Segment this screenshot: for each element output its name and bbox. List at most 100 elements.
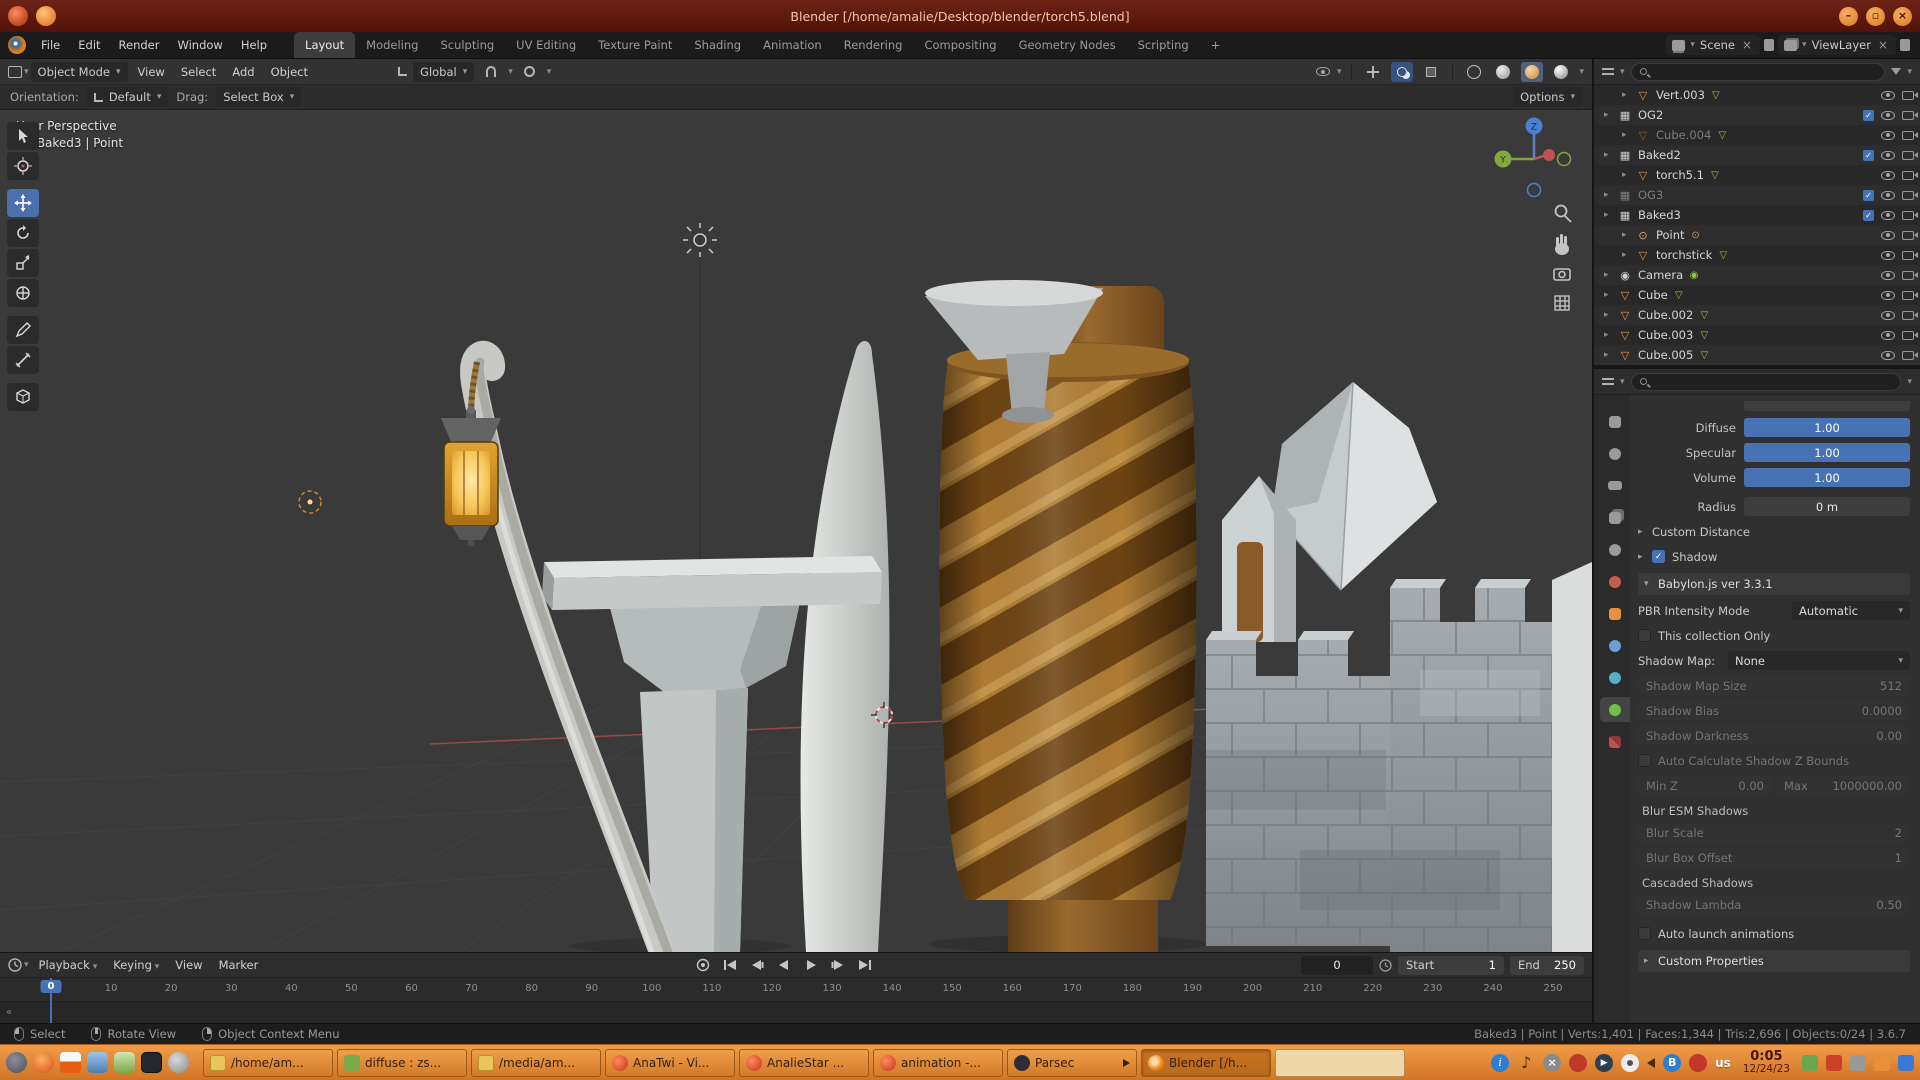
hide-in-viewport-icon[interactable] — [1881, 211, 1895, 220]
menubar-item[interactable]: Render — [110, 32, 169, 58]
end-frame-field[interactable]: End250 — [1510, 956, 1584, 975]
expand-arrow-icon[interactable]: ▸ — [1622, 250, 1632, 260]
hide-in-viewport-icon[interactable] — [1881, 291, 1895, 300]
show-gizmo-toggle[interactable] — [1362, 62, 1384, 82]
snap-magnet-toggle[interactable] — [480, 62, 502, 82]
viewport-menu-item[interactable]: Object — [263, 65, 316, 79]
auto-launch-row[interactable]: Auto launch animations — [1638, 923, 1910, 944]
transform-tool[interactable] — [7, 279, 39, 307]
shadow-map-dropdown[interactable]: None — [1728, 651, 1910, 670]
auto-launch-checkbox[interactable] — [1638, 927, 1651, 940]
outliner-item[interactable]: ▸ torch5.1 — [1594, 165, 1920, 185]
disable-in-renders-icon[interactable] — [1902, 191, 1914, 200]
workspace-tab[interactable]: Scripting — [1127, 32, 1200, 58]
auto-calc-checkbox[interactable] — [1638, 754, 1651, 767]
taskbar-window-button[interactable]: AnaTwi - Vi... — [605, 1049, 735, 1077]
orientation-dropdown[interactable]: Default — [87, 87, 169, 107]
disable-in-renders-icon[interactable] — [1902, 131, 1914, 140]
3d-viewport[interactable]: Z Y User Per — [0, 110, 1592, 952]
pbr-mode-dropdown[interactable]: Automatic — [1792, 601, 1910, 620]
blur-box-offset-field[interactable]: Blur Box Offset1 — [1638, 848, 1910, 867]
expand-arrow-icon[interactable]: ▸ — [1604, 150, 1614, 160]
outliner-item[interactable]: ▸ Cube — [1594, 285, 1920, 305]
physics-tab[interactable] — [1600, 665, 1630, 690]
lantern-mesh[interactable] — [441, 406, 501, 547]
object-tab[interactable] — [1600, 601, 1630, 626]
viewport-menu-item[interactable]: Add — [224, 65, 262, 79]
shading-wireframe-button[interactable] — [1463, 62, 1485, 82]
blender-logo-icon[interactable] — [8, 36, 26, 54]
terminal-icon[interactable] — [141, 1052, 162, 1073]
disable-in-renders-icon[interactable] — [1902, 151, 1914, 160]
hide-in-viewport-icon[interactable] — [1881, 271, 1895, 280]
outliner-item[interactable]: ▸ OG3 — [1594, 185, 1920, 205]
shading-solid-button[interactable] — [1492, 62, 1514, 82]
workspace-tab[interactable]: Modeling — [355, 32, 429, 58]
disable-in-renders-icon[interactable] — [1902, 211, 1914, 220]
expand-arrow-icon[interactable]: ▸ — [1604, 350, 1614, 360]
close-button[interactable]: × — [1893, 7, 1912, 26]
outliner-item[interactable]: ▸ OG2 — [1594, 105, 1920, 125]
scene-selector[interactable]: ▾ Scene × — [1666, 35, 1760, 55]
collection-checkbox[interactable] — [1863, 210, 1874, 221]
options-dropdown[interactable]: Options — [1513, 87, 1582, 107]
hide-in-viewport-icon[interactable] — [1881, 191, 1895, 200]
volume-slider[interactable]: 1.00 — [1744, 468, 1910, 487]
expand-arrow-icon[interactable]: ▸ — [1604, 190, 1614, 200]
drag-dropdown[interactable]: Select Box — [216, 87, 301, 107]
workspace-tab[interactable]: Rendering — [833, 32, 914, 58]
taskbar-window-button[interactable]: /media/am... — [471, 1049, 601, 1077]
world-tab[interactable] — [1600, 569, 1630, 594]
collection-checkbox[interactable] — [1863, 190, 1874, 201]
disable-in-renders-icon[interactable] — [1902, 311, 1914, 320]
timeline-track[interactable]: « — [0, 1002, 1592, 1023]
disable-in-renders-icon[interactable] — [1902, 291, 1914, 300]
custom-distance-panel[interactable]: ▸ Custom Distance — [1638, 521, 1910, 542]
hide-in-viewport-icon[interactable] — [1881, 351, 1895, 360]
shading-material-button[interactable] — [1521, 62, 1543, 82]
monitor-tray-icon[interactable] — [1802, 1055, 1818, 1071]
rotate-tool[interactable] — [7, 219, 39, 247]
next-keyframe-button[interactable] — [827, 955, 849, 975]
shadow-checkbox[interactable] — [1652, 550, 1665, 563]
mode-dropdown[interactable]: Object Mode — [31, 62, 128, 82]
new-scene-icon[interactable] — [1764, 39, 1774, 51]
expand-arrow-icon[interactable]: ▸ — [1622, 90, 1632, 100]
camera-tray-icon[interactable] — [1621, 1054, 1639, 1072]
outliner-item[interactable]: ▸ Point — [1594, 225, 1920, 245]
shadow-lambda-field[interactable]: Shadow Lambda0.50 — [1638, 895, 1910, 914]
outliner-item[interactable]: ▸ torchstick — [1594, 245, 1920, 265]
hide-in-viewport-icon[interactable] — [1881, 231, 1895, 240]
timeline-menu-item[interactable]: View — [167, 958, 210, 972]
disable-in-renders-icon[interactable] — [1902, 91, 1914, 100]
viewport-menu-item[interactable]: Select — [173, 65, 224, 79]
scene-tab[interactable] — [1600, 537, 1630, 562]
hide-in-viewport-icon[interactable] — [1881, 251, 1895, 260]
clock[interactable]: 0:05 12/24/23 — [1743, 1050, 1790, 1076]
custom-properties-header[interactable]: ▸ Custom Properties — [1638, 950, 1910, 972]
material-tab[interactable] — [1600, 729, 1630, 754]
object-data-tab[interactable] — [1600, 697, 1630, 722]
radius-field[interactable]: 0 m — [1744, 497, 1910, 516]
prev-keyframe-button[interactable] — [746, 955, 768, 975]
workspace-tab[interactable]: Geometry Nodes — [1008, 32, 1127, 58]
outliner-item[interactable]: ▸ Cube.003 — [1594, 325, 1920, 345]
expand-arrow-icon[interactable]: ▸ — [1622, 130, 1632, 140]
expand-arrow-icon[interactable]: ▸ — [1604, 210, 1614, 220]
collection-checkbox[interactable] — [1863, 110, 1874, 121]
jump-to-start-button[interactable] — [719, 955, 741, 975]
bluetooth-tray-icon[interactable]: B — [1663, 1054, 1681, 1072]
timeline-editor-icon[interactable] — [8, 958, 22, 972]
record-tray-icon[interactable] — [1569, 1054, 1587, 1072]
taskbar-window-button[interactable]: AnalieStar ... — [739, 1049, 869, 1077]
proportional-editing-toggle[interactable] — [519, 62, 541, 82]
timeline-menu-item[interactable]: Marker — [211, 958, 267, 972]
menubar-item[interactable]: File — [32, 32, 69, 58]
messenger-tray-icon[interactable] — [1898, 1055, 1914, 1071]
blur-scale-field[interactable]: Blur Scale2 — [1638, 823, 1910, 842]
hide-in-viewport-icon[interactable] — [1881, 171, 1895, 180]
filter-icon[interactable] — [1891, 68, 1901, 75]
expand-arrow-icon[interactable]: ▸ — [1622, 170, 1632, 180]
timeline-ruler[interactable]: 1020304050607080901001101201301401501601… — [0, 978, 1592, 1002]
timeline-body[interactable]: 1020304050607080901001101201301401501601… — [0, 978, 1592, 1023]
